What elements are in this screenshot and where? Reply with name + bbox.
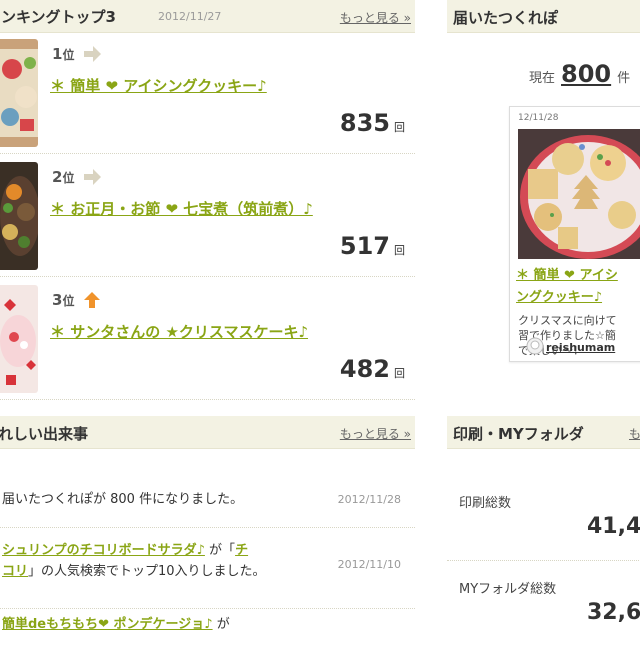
news-item-2: シュリンプのチコリボードサラダ♪ が「チ コリ」の人気検索でトップ10入りしまし… (0, 528, 415, 609)
news-keyword-link[interactable]: チ (235, 543, 248, 558)
news-item-1: 届いたつくれぽが 800 件になりました。 2012/11/28 (0, 449, 415, 528)
recipe-photo-3[interactable] (0, 285, 38, 393)
trend-flat-icon (84, 46, 101, 62)
folder-total-label: MYフォルダ総数 (459, 582, 557, 597)
tsukurepo-title: 届いたつくれぽ (453, 9, 559, 27)
news-text-1: 届いたつくれぽが 800 件になりました。 (2, 492, 244, 507)
news-header: れしい出来事 もっと見る » (0, 416, 415, 449)
ranking-item-2: 2位 ＊ お正月・お節 ❤ 七宝煮（筑前煮）♪ 517 回 (0, 156, 415, 277)
tsukurepo-user-link[interactable]: reishumam (546, 341, 615, 354)
view-count-1: 835 回 (339, 109, 405, 137)
trend-flat-icon (84, 169, 101, 185)
tsukurepo-count-link[interactable]: 800 (561, 60, 611, 88)
news-recipe-link-3[interactable]: 簡単deもちもち❤ ポンデケージョ♪ (2, 617, 213, 632)
user-avatar-icon (526, 337, 544, 355)
rank-number-3: 3位 (52, 291, 75, 309)
ranking-panel: ランキングトップ3 2012/11/27 もっと見る » 1位 ＊ 簡単 ❤ ア… (0, 0, 415, 632)
ranking-title: ランキングトップ3 (0, 8, 116, 26)
ranking-item-1: 1位 ＊ 簡単 ❤ アイシングクッキー♪ 835 回 (0, 33, 415, 154)
rank-number-2: 2位 (52, 168, 75, 186)
recipe-photo-1[interactable] (0, 39, 38, 147)
news-recipe-link-2[interactable]: シュリンプのチコリボードサラダ♪ (2, 543, 205, 558)
news-more-link[interactable]: もっと見る » (340, 425, 411, 442)
tsukurepo-date: 12/11/28 (518, 113, 559, 123)
tsukurepo-recipe-link[interactable]: ＊ 簡単 ❤ アイシ ングクッキー♪ (516, 265, 640, 309)
tsukurepo-header: 届いたつくれぽ (447, 0, 640, 33)
tsukurepo-card[interactable]: 12/11/28 ＊ 簡単 ❤ アイシ ングクッキー♪ クリスマスに向けて 習で… (509, 106, 640, 362)
folder-total-value: 32,6 (587, 600, 640, 625)
print-title: 印刷・MYフォルダ (453, 425, 584, 443)
print-more-link[interactable]: も (629, 425, 640, 442)
news-date-1: 2012/11/28 (337, 493, 401, 506)
news-date-2: 2012/11/10 (337, 558, 401, 571)
view-count-2: 517 回 (339, 232, 405, 260)
tsukurepo-count: 現在 800 件 (529, 60, 631, 88)
rank-number-1: 1位 (52, 45, 75, 63)
ranking-date: 2012/11/27 (158, 10, 222, 23)
ranking-item-3: 3位 ＊ サンタさんの ★クリスマスケーキ♪ 482 回 (0, 279, 415, 400)
recipe-link-1[interactable]: ＊ 簡単 ❤ アイシングクッキー♪ (50, 75, 267, 96)
news-text-2: シュリンプのチコリボードサラダ♪ が「チ コリ」の人気検索でトップ10入りしまし… (2, 543, 266, 579)
ranking-header: ランキングトップ3 2012/11/27 もっと見る » (0, 0, 415, 33)
stat-divider (447, 560, 640, 561)
recipe-link-3[interactable]: ＊ サンタさんの ★クリスマスケーキ♪ (50, 321, 308, 342)
view-count-3: 482 回 (339, 355, 405, 383)
ranking-more-link[interactable]: もっと見る » (340, 9, 411, 26)
print-total-value: 41,4 (587, 514, 640, 539)
trend-up-icon (84, 292, 100, 308)
print-total-label: 印刷総数 (459, 496, 512, 511)
news-title: れしい出来事 (0, 425, 89, 443)
news-keyword-link-cont[interactable]: コリ (2, 564, 28, 579)
tsukurepo-photo[interactable] (518, 129, 640, 259)
news-text-3: 簡単deもちもち❤ ポンデケージョ♪ が (2, 617, 230, 632)
recipe-photo-2[interactable] (0, 162, 38, 270)
print-header: 印刷・MYフォルダ も (447, 416, 640, 449)
news-item-3: 簡単deもちもち❤ ポンデケージョ♪ が (0, 609, 415, 649)
recipe-link-2[interactable]: ＊ お正月・お節 ❤ 七宝煮（筑前煮）♪ (50, 198, 313, 219)
